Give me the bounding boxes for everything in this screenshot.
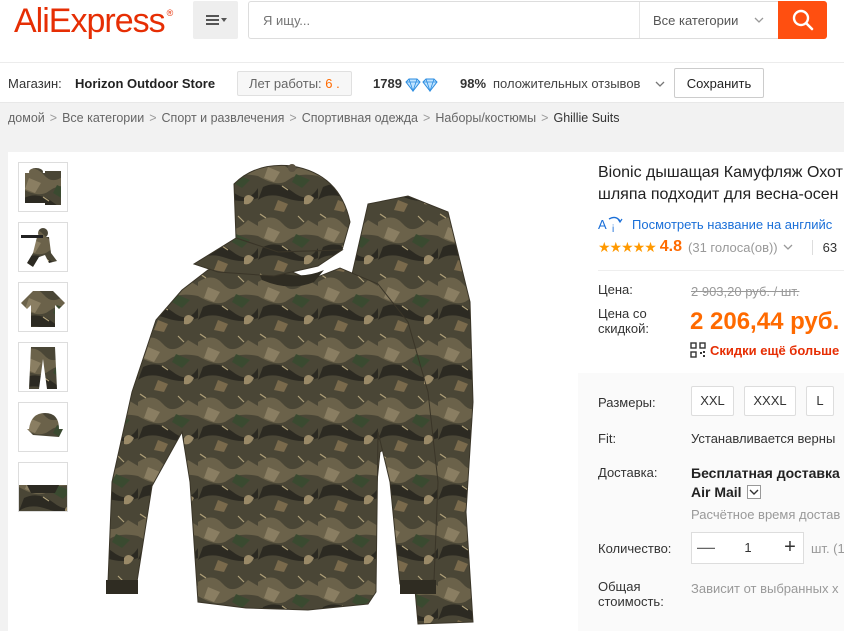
size-option[interactable]: XXXL xyxy=(744,386,796,416)
total-value: Зависит от выбранных х xyxy=(691,581,839,596)
sale-price: 2 206,44 руб. xyxy=(690,308,840,335)
breadcrumb-current[interactable]: Ghillie Suits xyxy=(553,111,619,125)
product-info: Bionic дышащая Камуфляж Охот шляпа подхо… xyxy=(578,152,844,631)
shipping-option-select[interactable]: Air Mail xyxy=(691,484,761,500)
category-select[interactable]: Все категории xyxy=(653,13,738,28)
quantity-input[interactable]: 1 xyxy=(720,533,776,563)
breadcrumb-sportswear[interactable]: Спортивная одежда xyxy=(302,111,418,125)
chevron-down-icon xyxy=(754,17,764,23)
feedback-percent: 98% xyxy=(460,76,487,91)
orders-count: 63 xyxy=(811,239,837,255)
translate-title-link[interactable]: А i Посмотреть название на английс xyxy=(598,215,832,234)
store-label: Магазин: xyxy=(8,76,62,91)
quantity-stepper: — 1 + xyxy=(691,532,804,564)
breadcrumb-home[interactable]: домой xyxy=(8,111,45,125)
shipping-method: Бесплатная доставка xyxy=(691,465,840,481)
thumbnail-image[interactable] xyxy=(18,342,68,392)
save-store-button[interactable]: Сохранить xyxy=(674,68,764,98)
quantity-unit: шт. (1 xyxy=(811,541,844,556)
store-score: 1789 xyxy=(373,76,402,91)
fit-label: Fit: xyxy=(598,431,617,446)
svg-text:i: i xyxy=(612,224,614,233)
thumbnail-image[interactable] xyxy=(18,402,68,452)
chevron-down-icon[interactable] xyxy=(782,242,794,252)
search-button[interactable] xyxy=(778,1,827,39)
fit-value: Устанавливается верны xyxy=(691,431,836,446)
thumbnail-image[interactable] xyxy=(18,162,68,212)
product-gallery xyxy=(8,152,578,631)
total-label: Общая стоимость: xyxy=(598,579,664,609)
search-icon xyxy=(792,9,813,31)
diamond-icon xyxy=(405,78,438,92)
rating-row: ★★★★★ 4.8 (31 голоса(ов)) 63 xyxy=(598,238,837,256)
breadcrumb-sets[interactable]: Наборы/костюмы xyxy=(435,111,536,125)
aliexpress-logo[interactable]: AliExpress ® xyxy=(14,2,173,41)
thumbnail-image[interactable] xyxy=(18,282,68,332)
qr-code-icon xyxy=(690,342,706,358)
delivery-estimate: Расчётное время достав xyxy=(691,507,841,522)
quantity-increase-button[interactable]: + xyxy=(776,533,804,563)
original-price: 2 903,20 руб. / шт. xyxy=(691,284,800,299)
category-menu-button[interactable] xyxy=(193,1,238,39)
main-product-image[interactable] xyxy=(78,152,558,631)
divider xyxy=(598,270,844,271)
quantity-label: Количество: xyxy=(598,541,672,556)
chevron-down-icon[interactable] xyxy=(655,80,665,88)
thumbnail-image[interactable] xyxy=(18,222,68,272)
size-option[interactable]: XXL xyxy=(691,386,734,416)
price-label: Цена: xyxy=(598,282,633,297)
search-box: Все категории xyxy=(248,1,778,39)
hamburger-icon xyxy=(205,15,227,25)
chevron-down-icon[interactable] xyxy=(746,485,761,499)
breadcrumb: домой > Все категории > Спорт и развлечения >… xyxy=(8,111,620,125)
thumbnail-image[interactable] xyxy=(18,462,68,512)
breadcrumb-all-categories[interactable]: Все категории xyxy=(62,111,144,125)
breadcrumb-sports[interactable]: Спорт и развлечения xyxy=(162,111,285,125)
votes-link[interactable]: (31 голоса(ов)) xyxy=(688,240,778,255)
feedback-link[interactable]: положительных отзывов xyxy=(493,76,640,91)
search-input[interactable] xyxy=(263,2,623,38)
product-title: Bionic дышащая Камуфляж Охот шляпа подхо… xyxy=(598,164,843,203)
shipping-label: Доставка: xyxy=(598,465,658,480)
site-header: AliExpress® Все категории xyxy=(0,0,844,62)
quantity-decrease-button[interactable]: — xyxy=(692,533,720,563)
search-divider xyxy=(639,2,640,38)
store-years-badge: Лет работы: 6 . xyxy=(237,71,352,96)
store-name-link[interactable]: Horizon Outdoor Store xyxy=(75,76,215,91)
discount-price-label: Цена со скидкой: xyxy=(598,306,649,336)
svg-text:А: А xyxy=(598,217,607,232)
store-bar: Магазин: Horizon Outdoor Store Лет работ… xyxy=(0,62,844,103)
more-discounts-link[interactable]: Скидки ещё больше xyxy=(690,342,839,358)
rating-stars: ★★★★★ xyxy=(598,238,657,255)
sizes-label: Размеры: xyxy=(598,395,656,410)
size-option[interactable]: L xyxy=(806,386,834,416)
rating-value: 4.8 xyxy=(659,238,683,255)
translate-icon: А i xyxy=(598,216,623,233)
